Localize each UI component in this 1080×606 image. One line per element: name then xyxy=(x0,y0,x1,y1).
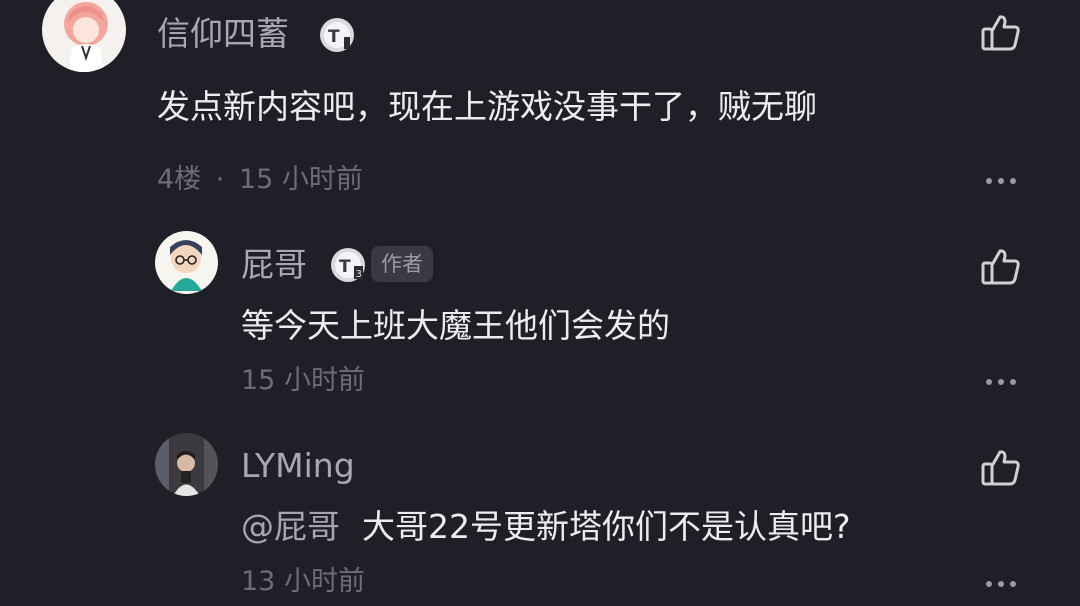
more-icon[interactable] xyxy=(984,578,1018,590)
timestamp: 15 小时前 xyxy=(238,164,363,195)
more-icon[interactable] xyxy=(984,175,1018,187)
avatar-image xyxy=(155,433,218,496)
thumbs-up-icon[interactable] xyxy=(979,446,1023,490)
author-tag: 作者 xyxy=(371,246,433,282)
avatar[interactable] xyxy=(155,231,218,294)
level-3-badge-icon: T 3 xyxy=(329,246,367,284)
comment-text: 等今天上班大魔王他们会发的 xyxy=(241,306,670,345)
user-name[interactable]: LYMing xyxy=(241,449,355,482)
level-badge-icon: T xyxy=(318,16,356,54)
avatar[interactable] xyxy=(42,0,126,72)
thumbs-up-icon[interactable] xyxy=(979,11,1023,55)
avatar-image xyxy=(155,231,218,294)
meta-separator: · xyxy=(215,164,225,195)
svg-text:3: 3 xyxy=(356,269,362,280)
comment-meta: 4楼 · 15 小时前 xyxy=(157,166,363,193)
comment-text: @屁哥 大哥22号更新塔你们不是认真吧? xyxy=(241,510,851,543)
mention-link[interactable]: @屁哥 xyxy=(241,507,340,546)
reply-text: 大哥22号更新塔你们不是认真吧? xyxy=(362,507,851,546)
user-name[interactable]: 信仰四蓄 xyxy=(157,17,289,50)
timestamp: 13 小时前 xyxy=(241,566,365,597)
comment-thread: 信仰四蓄 T 发点新内容吧，现在上游戏没事干了，贼无聊 4楼 · 15 小时前 xyxy=(0,0,1080,606)
avatar-image xyxy=(42,0,126,72)
more-icon[interactable] xyxy=(984,376,1018,388)
thumbs-up-icon[interactable] xyxy=(979,245,1023,289)
timestamp: 15 小时前 xyxy=(241,365,365,396)
avatar[interactable] xyxy=(155,433,218,496)
comment-text: 发点新内容吧，现在上游戏没事干了，贼无聊 xyxy=(157,87,817,126)
floor-number: 4楼 xyxy=(157,164,202,195)
svg-text:T: T xyxy=(339,257,351,277)
svg-text:T: T xyxy=(328,27,340,47)
user-name[interactable]: 屁哥 xyxy=(241,248,307,281)
